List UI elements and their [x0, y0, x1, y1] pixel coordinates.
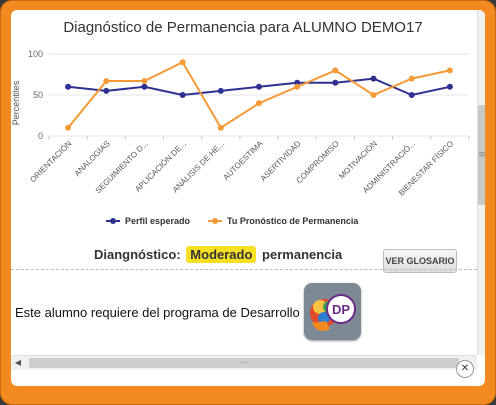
data-point: [103, 87, 110, 94]
arrow-left-icon[interactable]: ◀: [12, 357, 24, 369]
y-tick-label: 0: [38, 131, 43, 141]
y-tick-label: 50: [33, 90, 43, 100]
legend-marker: [110, 218, 116, 224]
data-point: [446, 67, 453, 74]
horizontal-scrollbar[interactable]: ◀ ⋯ ▶: [11, 355, 477, 370]
data-point: [294, 83, 301, 90]
data-point: [370, 92, 377, 98]
x-tick-label: MOTIVACIÓN: [337, 139, 379, 181]
y-axis-label: Percentiles: [11, 80, 21, 125]
chart-title: Diagnóstico de Permanencia para ALUMNO D…: [63, 19, 422, 36]
data-point: [141, 83, 148, 90]
data-point: [256, 100, 262, 107]
diagnosis-suffix: permanencia: [262, 247, 343, 262]
diagnosis-line: Diangnóstico: Moderado permanencia: [94, 246, 343, 263]
data-point: [256, 83, 262, 90]
diagnosis-label: Diangnóstico:: [94, 247, 181, 262]
horizontal-scroll-thumb[interactable]: ⋯: [29, 358, 459, 368]
scroll-grip-icon: ≡: [478, 150, 485, 160]
data-point: [141, 78, 148, 85]
data-point: [179, 59, 186, 66]
legend-marker: [212, 218, 218, 224]
diagnosis-level-badge: Moderado: [186, 246, 257, 263]
data-point: [370, 75, 377, 82]
section-divider: [11, 269, 477, 270]
modal-panel: Diagnóstico de Permanencia para ALUMNO D…: [11, 10, 485, 386]
data-point: [408, 92, 415, 98]
data-point: [408, 75, 415, 82]
dp-logo-text: DP: [332, 302, 350, 317]
dp-program-logo: DP: [304, 283, 361, 340]
data-point: [217, 87, 224, 94]
data-point: [65, 124, 72, 131]
legend-label: Tu Pronóstico de Permanencia: [227, 216, 359, 226]
modal-frame: Diagnóstico de Permanencia para ALUMNO D…: [0, 0, 496, 405]
data-point: [65, 83, 72, 90]
data-point: [217, 124, 224, 131]
data-point: [332, 79, 339, 86]
x-tick-label: ORIENTACIÓN: [28, 139, 73, 184]
vertical-scrollbar[interactable]: ≡: [477, 10, 485, 355]
y-tick-label: 100: [28, 49, 43, 59]
permanence-chart: Diagnóstico de Permanencia para ALUMNO D…: [11, 19, 470, 226]
data-point: [332, 67, 339, 74]
data-point: [103, 78, 110, 85]
x-tick-label: ANALOGÍAS: [73, 139, 112, 178]
vertical-scroll-thumb[interactable]: ≡: [478, 105, 485, 205]
data-point: [179, 92, 186, 98]
close-icon[interactable]: ✕: [456, 360, 474, 378]
legend-label: Perfil esperado: [125, 216, 191, 226]
data-point: [446, 83, 453, 90]
